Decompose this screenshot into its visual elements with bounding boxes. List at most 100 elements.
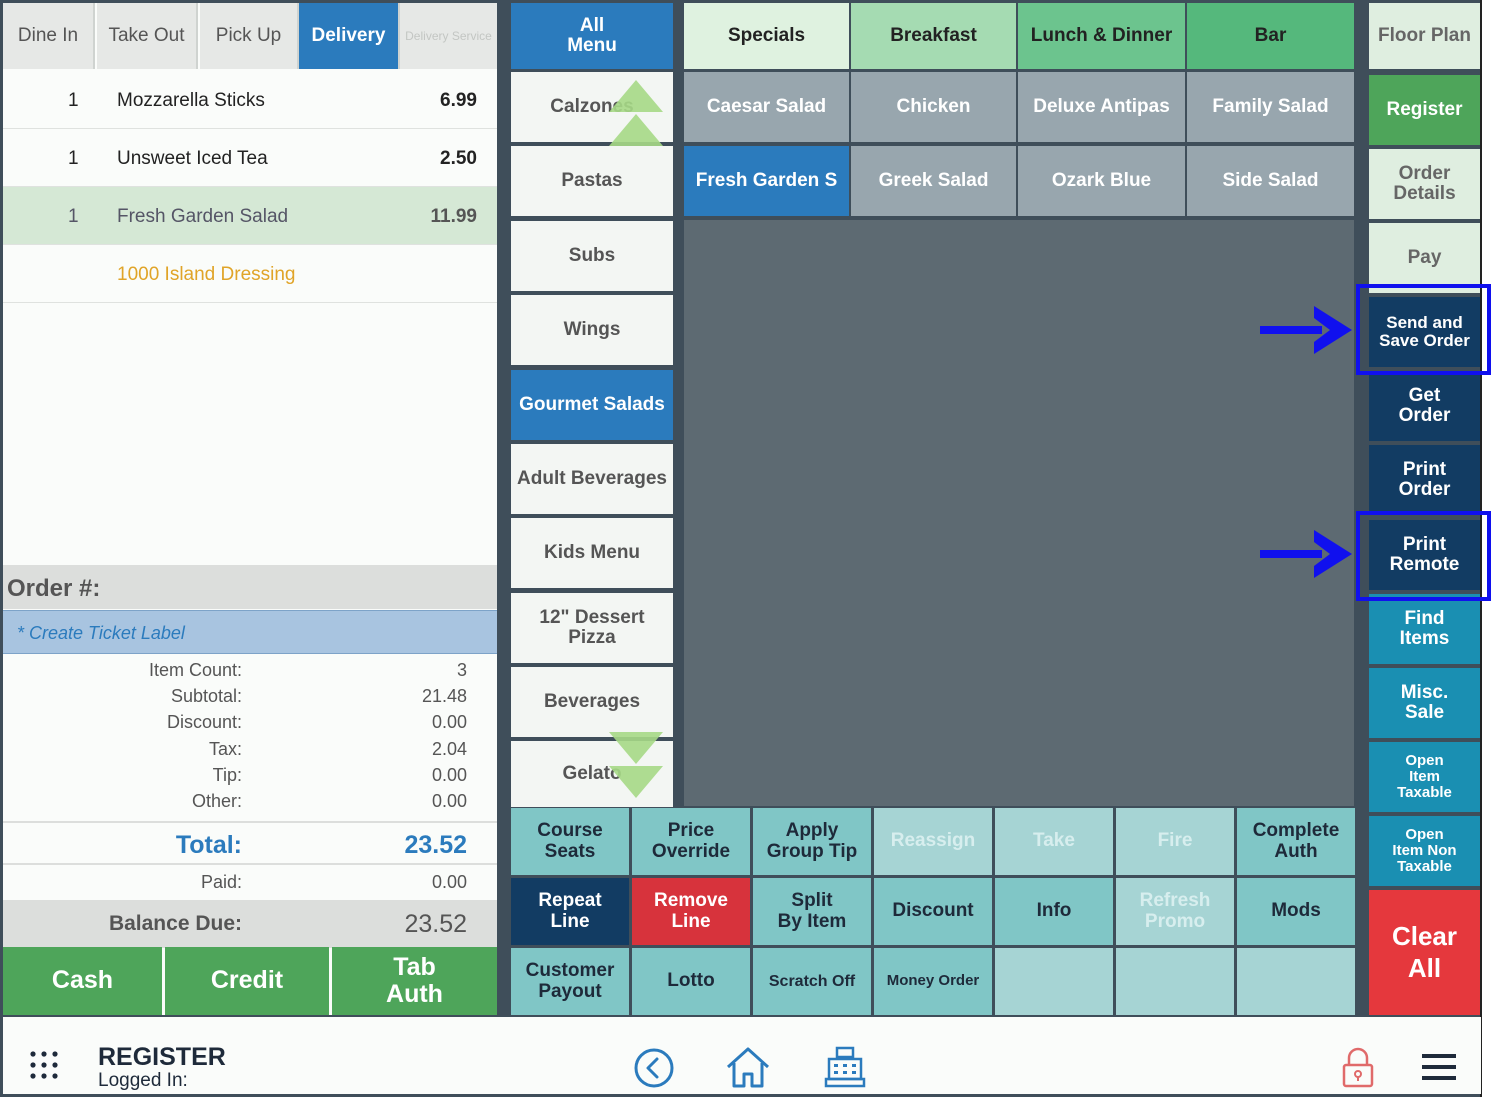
floor-plan-button[interactable]: Floor Plan <box>1369 3 1480 69</box>
back-icon[interactable] <box>633 1047 675 1089</box>
item-family-salad[interactable]: Family Salad <box>1187 72 1354 142</box>
category-lunch-dinner[interactable]: Lunch & Dinner <box>1018 3 1185 69</box>
find-items-button[interactable]: Find Items <box>1369 594 1480 664</box>
open-item-non-taxable-button[interactable]: Open Item Non Taxable <box>1369 816 1480 886</box>
order-line-modifier[interactable]: 1000 Island Dressing <box>3 245 497 303</box>
item-caesar-salad[interactable]: Caesar Salad <box>684 72 849 142</box>
get-order-button[interactable]: Get Order <box>1369 371 1480 441</box>
nav-pastas[interactable]: Pastas <box>511 146 673 216</box>
open-item-taxable-button[interactable]: Open Item Taxable <box>1369 742 1480 812</box>
empty-function-slot <box>1116 948 1234 1015</box>
create-ticket-label[interactable]: * Create Ticket Label <box>3 610 497 654</box>
cash-register-icon[interactable] <box>823 1045 867 1089</box>
nav-wings[interactable]: Wings <box>511 295 673 365</box>
order-type-delivery[interactable]: Delivery <box>299 3 400 69</box>
line-price: 11.99 <box>430 206 478 227</box>
tip-label: Tip: <box>212 765 242 785</box>
hamburger-menu-icon[interactable] <box>1421 1052 1457 1082</box>
pos-app: Dine In Take Out Pick Up Delivery Delive… <box>0 0 1491 1097</box>
nav-subs[interactable]: Subs <box>511 221 673 291</box>
nav-dessert-pizza[interactable]: 12" Dessert Pizza <box>511 593 673 663</box>
discount-button[interactable]: Discount <box>874 878 992 945</box>
all-menu-button[interactable]: All Menu <box>511 3 673 69</box>
order-line-selected[interactable]: 1 Fresh Garden Salad 11.99 <box>3 187 497 245</box>
totals-subtotal: Subtotal: 21.48 <box>3 686 497 712</box>
line-price: 2.50 <box>440 148 477 169</box>
totals-paid: Paid: 0.00 <box>3 872 497 898</box>
course-seats-button[interactable]: Course Seats <box>511 808 629 875</box>
lock-icon[interactable] <box>1341 1047 1375 1089</box>
items-empty-area <box>684 220 1354 806</box>
arrow-right-icon <box>1260 306 1352 354</box>
discount-value: 0.00 <box>431 712 467 732</box>
paid-label: Paid: <box>200 872 242 892</box>
scroll-up-icon[interactable] <box>607 78 665 148</box>
refresh-promo-button: Refresh Promo <box>1116 878 1234 945</box>
lotto-button[interactable]: Lotto <box>632 948 750 1015</box>
item-chicken[interactable]: Chicken <box>851 72 1016 142</box>
remove-line-button[interactable]: Remove Line <box>632 878 750 945</box>
item-deluxe-antipas[interactable]: Deluxe Antipas <box>1018 72 1185 142</box>
item-count-label: Item Count: <box>148 660 242 680</box>
scroll-down-icon[interactable] <box>607 730 665 800</box>
money-order-button[interactable]: Money Order <box>874 948 992 1015</box>
line-name: Unsweet Iced Tea <box>117 148 268 169</box>
repeat-line-button[interactable]: Repeat Line <box>511 878 629 945</box>
app-grid-icon[interactable] <box>29 1050 59 1080</box>
other-value: 0.00 <box>431 791 467 811</box>
highlight-send-save <box>1356 284 1491 375</box>
cash-button[interactable]: Cash <box>3 947 162 1015</box>
line-qty: 1 <box>68 148 79 169</box>
nav-gourmet-salads[interactable]: Gourmet Salads <box>511 370 673 440</box>
credit-button[interactable]: Credit <box>165 947 329 1015</box>
other-label: Other: <box>191 791 242 811</box>
item-fresh-garden-salad[interactable]: Fresh Garden S <box>684 146 849 216</box>
clear-all-button[interactable]: Clear All <box>1369 890 1480 1015</box>
order-details-button[interactable]: Order Details <box>1369 149 1480 219</box>
pay-button[interactable]: Pay <box>1369 223 1480 293</box>
category-specials[interactable]: Specials <box>684 3 849 69</box>
balance-due-row: Balance Due: 23.52 <box>3 900 497 948</box>
tax-value: 2.04 <box>431 739 467 759</box>
tab-auth-button[interactable]: Tab Auth <box>332 947 497 1015</box>
order-line[interactable]: 1 Unsweet Iced Tea 2.50 <box>3 129 497 187</box>
split-by-item-button[interactable]: Split By Item <box>753 878 871 945</box>
mods-button[interactable]: Mods <box>1237 878 1355 945</box>
home-icon[interactable] <box>725 1045 771 1089</box>
apply-group-tip-button[interactable]: Apply Group Tip <box>753 808 871 875</box>
logged-in-label: Logged In: <box>98 1070 188 1091</box>
complete-auth-button[interactable]: Complete Auth <box>1237 808 1355 875</box>
order-type-take-out[interactable]: Take Out <box>97 3 198 69</box>
item-count-value: 3 <box>456 660 467 680</box>
order-line[interactable]: 1 Mozzarella Sticks 6.99 <box>3 71 497 129</box>
order-type-pick-up[interactable]: Pick Up <box>200 3 299 69</box>
info-button[interactable]: Info <box>995 878 1113 945</box>
misc-sale-button[interactable]: Misc. Sale <box>1369 668 1480 738</box>
nav-kids-menu[interactable]: Kids Menu <box>511 518 673 588</box>
totals-discount: Discount: 0.00 <box>3 712 497 738</box>
price-override-button[interactable]: Price Override <box>632 808 750 875</box>
order-type-dine-in[interactable]: Dine In <box>3 3 95 69</box>
total-value: 23.52 <box>404 831 467 859</box>
discount-label: Discount: <box>166 712 242 732</box>
order-panel: Dine In Take Out Pick Up Delivery Delive… <box>3 3 497 1015</box>
item-ozark-blue[interactable]: Ozark Blue <box>1018 146 1185 216</box>
totals-other: Other: 0.00 <box>3 791 497 817</box>
nav-adult-beverages[interactable]: Adult Beverages <box>511 444 673 514</box>
register-button[interactable]: Register <box>1369 75 1480 145</box>
item-side-salad[interactable]: Side Salad <box>1187 146 1354 216</box>
item-greek-salad[interactable]: Greek Salad <box>851 146 1016 216</box>
category-bar[interactable]: Bar <box>1187 3 1354 69</box>
category-breakfast[interactable]: Breakfast <box>851 3 1016 69</box>
order-number: Order #: <box>3 565 497 609</box>
tip-value: 0.00 <box>431 765 467 785</box>
totals-tip: Tip: 0.00 <box>3 765 497 791</box>
order-type-delivery-service: Delivery Service <box>400 3 497 69</box>
nav-beverages[interactable]: Beverages <box>511 667 673 737</box>
print-order-button[interactable]: Print Order <box>1369 445 1480 515</box>
customer-payout-button[interactable]: Customer Payout <box>511 948 629 1015</box>
subtotal-value: 21.48 <box>421 686 467 706</box>
empty-function-slot <box>995 948 1113 1015</box>
scratch-off-button[interactable]: Scratch Off <box>753 948 871 1015</box>
totals-tax: Tax: 2.04 <box>3 739 497 765</box>
